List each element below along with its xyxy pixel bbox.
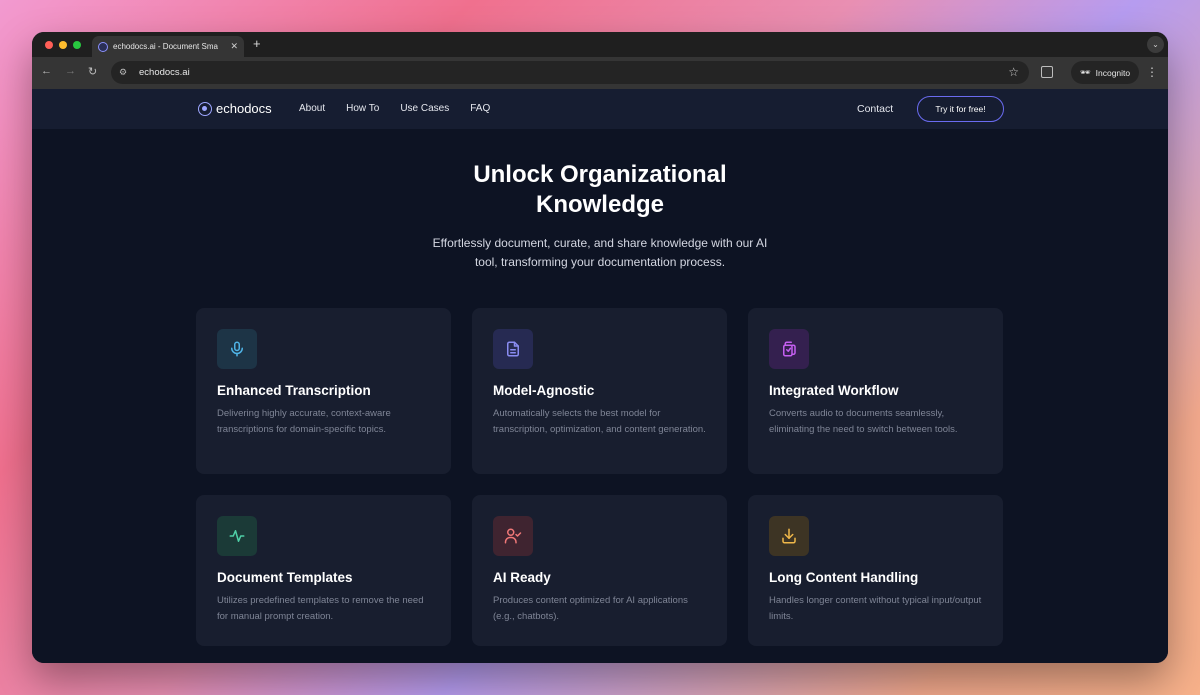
nav-link-use-cases[interactable]: Use Cases bbox=[400, 103, 449, 114]
window-controls bbox=[45, 41, 81, 49]
try-free-button[interactable]: Try it for free! bbox=[917, 96, 1004, 122]
favicon-icon bbox=[98, 41, 108, 52]
feature-description: Utilizes predefined templates to remove … bbox=[217, 595, 424, 622]
feature-description: Handles longer content without typical i… bbox=[769, 595, 982, 622]
feature-title: Long Content Handling bbox=[769, 570, 919, 585]
extensions-icon[interactable] bbox=[1041, 66, 1053, 78]
incognito-icon: 🕶 bbox=[1079, 67, 1091, 77]
tab-strip: echodocs.ai - Document Sma ✕ + ⌄ bbox=[32, 32, 1168, 57]
tab-search-chevron-icon[interactable]: ⌄ bbox=[1147, 36, 1164, 53]
feature-description: Automatically selects the best model for… bbox=[493, 408, 706, 435]
site-navbar: echodocs About How To Use Cases FAQ Cont… bbox=[32, 89, 1168, 129]
minimize-window-button[interactable] bbox=[59, 41, 67, 49]
browser-toolbar: ← → ↻ ⚙ echodocs.ai ☆ 🕶 Incognito ⋮ bbox=[32, 57, 1168, 89]
feature-card-document-templates: Document Templates Utilizes predefined t… bbox=[196, 495, 451, 646]
feature-title: Document Templates bbox=[217, 570, 353, 585]
user-check-icon bbox=[504, 528, 522, 544]
feature-icon-box bbox=[769, 329, 809, 369]
microphone-icon bbox=[231, 341, 243, 357]
close-window-button[interactable] bbox=[45, 41, 53, 49]
reload-icon[interactable]: ↻ bbox=[88, 65, 97, 78]
feature-description: Converts audio to documents seamlessly, … bbox=[769, 408, 958, 435]
url-text: echodocs.ai bbox=[139, 67, 190, 78]
feature-title: Integrated Workflow bbox=[769, 383, 899, 398]
bookmark-star-icon[interactable]: ☆ bbox=[1008, 65, 1019, 79]
feature-icon-box bbox=[217, 329, 257, 369]
nav-links: About How To Use Cases FAQ bbox=[299, 103, 490, 114]
webpage: echodocs About How To Use Cases FAQ Cont… bbox=[32, 89, 1168, 663]
back-arrow-icon[interactable]: ← bbox=[41, 65, 52, 77]
close-tab-icon[interactable]: ✕ bbox=[230, 41, 238, 52]
feature-card-model-agnostic: Model-Agnostic Automatically selects the… bbox=[472, 308, 727, 474]
brand-name: echodocs bbox=[216, 101, 272, 116]
feature-title: AI Ready bbox=[493, 570, 551, 585]
browser-tab[interactable]: echodocs.ai - Document Sma ✕ bbox=[92, 36, 244, 57]
document-icon bbox=[507, 341, 519, 357]
feature-card-long-content-handling: Long Content Handling Handles longer con… bbox=[748, 495, 1003, 646]
new-tab-icon[interactable]: + bbox=[253, 37, 261, 51]
feature-title: Enhanced Transcription bbox=[217, 383, 371, 398]
tab-title: echodocs.ai - Document Sma bbox=[113, 42, 218, 51]
feature-title: Model-Agnostic bbox=[493, 383, 595, 398]
incognito-badge[interactable]: 🕶 Incognito bbox=[1071, 61, 1139, 84]
feature-icon-box bbox=[493, 516, 533, 556]
hero-title: Unlock Organizational Knowledge bbox=[473, 161, 727, 218]
contact-link[interactable]: Contact bbox=[857, 103, 893, 115]
incognito-label: Incognito bbox=[1095, 67, 1131, 78]
forward-arrow-icon[interactable]: → bbox=[65, 65, 76, 77]
nav-link-about[interactable]: About bbox=[299, 103, 325, 114]
browser-menu-icon[interactable]: ⋮ bbox=[1146, 65, 1158, 79]
address-bar[interactable]: ⚙ echodocs.ai ☆ bbox=[111, 61, 1029, 84]
feature-description: Delivering highly accurate, context-awar… bbox=[217, 408, 391, 435]
feature-icon-box bbox=[217, 516, 257, 556]
browser-window: echodocs.ai - Document Sma ✕ + ⌄ ← → ↻ ⚙… bbox=[32, 32, 1168, 663]
site-settings-icon[interactable]: ⚙ bbox=[119, 67, 131, 79]
feature-card-enhanced-transcription: Enhanced Transcription Delivering highly… bbox=[196, 308, 451, 474]
nav-link-how-to[interactable]: How To bbox=[346, 103, 379, 114]
nav-link-faq[interactable]: FAQ bbox=[470, 103, 490, 114]
download-icon bbox=[782, 528, 796, 544]
feature-card-integrated-workflow: Integrated Workflow Converts audio to do… bbox=[748, 308, 1003, 474]
files-icon bbox=[783, 341, 796, 357]
feature-icon-box bbox=[769, 516, 809, 556]
feature-icon-box bbox=[493, 329, 533, 369]
maximize-window-button[interactable] bbox=[73, 41, 81, 49]
hero-section: Unlock Organizational Knowledge Effortle… bbox=[32, 160, 1168, 272]
echodocs-logo-icon bbox=[198, 101, 212, 116]
activity-icon bbox=[229, 530, 245, 542]
hero-subtitle: Effortlessly document, curate, and share… bbox=[432, 236, 768, 269]
feature-card-ai-ready: AI Ready Produces content optimized for … bbox=[472, 495, 727, 646]
brand-logo-link[interactable]: echodocs bbox=[198, 101, 272, 116]
features-grid: Enhanced Transcription Delivering highly… bbox=[196, 308, 1004, 646]
feature-description: Produces content optimized for AI applic… bbox=[493, 595, 688, 622]
